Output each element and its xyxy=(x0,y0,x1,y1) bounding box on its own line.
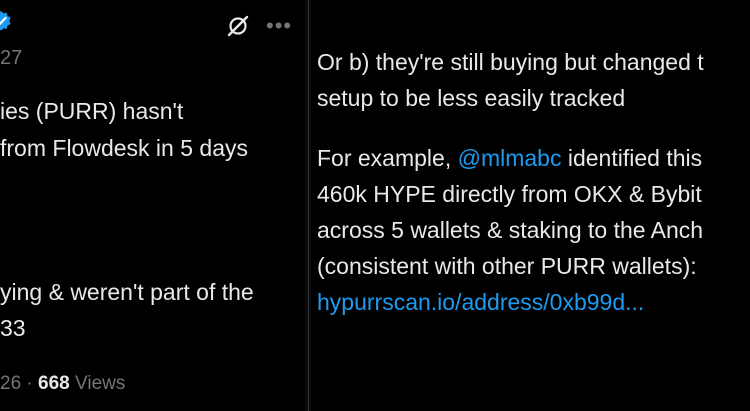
more-icon[interactable]: ••• xyxy=(266,15,292,37)
tweet-text-line: from Flowdesk in 5 days xyxy=(0,135,248,161)
meta-separator: · xyxy=(26,373,33,394)
tweet-text-line: ying & weren't part of the xyxy=(0,279,254,305)
tweet-text-line: setup to be less easily tracked xyxy=(317,85,626,111)
grok-icon[interactable] xyxy=(226,14,250,38)
views-count[interactable]: 668 xyxy=(38,373,70,394)
text-fragment: For example, xyxy=(317,145,458,171)
tweet-meta: 26 · 668 Views xyxy=(0,372,125,396)
tweet-text-line: 33 xyxy=(0,315,26,341)
mention-link[interactable]: @mlmabc xyxy=(458,145,562,171)
right-tweet-pane: Or b) they're still buying but changed t… xyxy=(311,0,750,411)
tweet-text-line: Or b) they're still buying but changed t xyxy=(317,49,704,75)
tweet-text-line: For example, @mlmabc identified this xyxy=(317,140,702,176)
verified-badge-icon xyxy=(0,11,11,31)
tweet-text-line: ies (PURR) hasn't xyxy=(0,98,184,124)
url-link[interactable]: hypurrscan.io/address/0xb99d... xyxy=(317,284,644,320)
handle-date[interactable]: 27 xyxy=(0,47,22,70)
left-tweet-pane: 27 ••• ies (PURR) hasn't from Flowdesk i… xyxy=(0,0,305,411)
views-label: Views xyxy=(75,373,126,394)
tweet-time[interactable]: 26 xyxy=(0,373,21,394)
tweet-text-line: across 5 wallets & staking to the Anch xyxy=(317,217,704,243)
text-fragment: identified this xyxy=(561,145,703,171)
tweet-text-line: (consistent with other PURR wallets): xyxy=(317,253,697,279)
tweet-text-line: 460k HYPE directly from OKX & Bybit xyxy=(317,181,702,207)
